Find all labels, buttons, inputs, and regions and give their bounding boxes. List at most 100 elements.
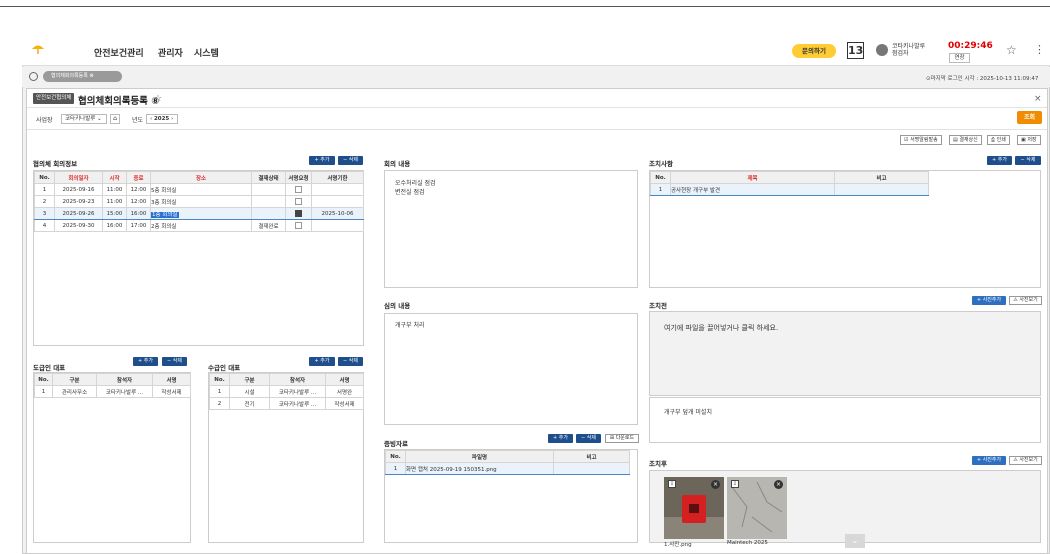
before-description[interactable]: 개구부 덮개 미설치 — [649, 397, 1041, 443]
approval-button[interactable]: ▤ 결재상신 — [949, 135, 982, 145]
evidence-delete-button[interactable]: − 삭제 — [576, 434, 601, 443]
cell: 12:00 — [126, 183, 151, 196]
year-stepper[interactable]: ‹ 2025 › — [146, 114, 178, 124]
col-place: 장소 — [150, 171, 252, 184]
cell: 11:00 — [102, 195, 127, 208]
sign-request-checkbox[interactable] — [295, 210, 302, 217]
avatar[interactable] — [876, 44, 888, 56]
measures-section-title: 조치사항 — [649, 160, 673, 168]
cell: 관리사무소 — [52, 385, 97, 398]
tab-meeting-minutes[interactable]: 협의체회의록등록 ⊗ — [43, 71, 122, 82]
site-select[interactable]: 코타키나발루 ⌄ — [61, 114, 107, 124]
after-add-photo-button[interactable]: + 사진추가 — [972, 456, 1006, 465]
evidence-table: No. 파일명 비고 1 화면 캡처 2025-09-19 150351.png — [385, 450, 630, 475]
col-sign-request: 서명요청 — [285, 171, 312, 184]
cell — [251, 195, 286, 208]
table-row[interactable]: 3 2025-09-26 15:00 16:00 1층 회의실 2025-10-06 — [34, 207, 364, 220]
cell: 3 — [34, 207, 55, 220]
cell: 2 — [209, 397, 230, 410]
col-no: No. — [34, 373, 53, 386]
remove-photo-icon[interactable]: × — [774, 480, 783, 489]
table-row[interactable]: 1 2025-09-16 11:00 12:00 5층 회의실 — [34, 183, 364, 196]
review-textarea[interactable]: 개구부 처리 — [384, 313, 638, 425]
cell: 15:00 — [102, 207, 127, 220]
table-row[interactable]: 1 공사현장 개구부 발견 — [650, 183, 929, 196]
evidence-download-button[interactable]: ⊞ 다운로드 — [605, 434, 639, 443]
favorite-star-icon[interactable]: ☆ — [154, 94, 162, 104]
sign-notify-button[interactable]: ☑ 서명알림발송 — [900, 135, 942, 145]
subcontractor-table: No. 구분 참석자 서명 1 시설 코타키나발루 ... 서명완 2 전기 코타키나발루 ..… — [209, 373, 364, 410]
evidence-add-button[interactable]: + 추가 — [548, 434, 573, 443]
home-icon[interactable]: ⌂ — [110, 114, 120, 124]
table-row[interactable]: 2 2025-09-23 11:00 12:00 3층 회의실 — [34, 195, 364, 208]
sign-request-checkbox[interactable] — [295, 186, 302, 193]
cell: 시설 — [229, 385, 270, 398]
favorite-star-icon[interactable]: ☆ — [1006, 43, 1017, 57]
minutes-line: 변전실 점검 — [395, 189, 425, 196]
cell — [251, 183, 286, 196]
year-value: 2025 — [153, 116, 170, 122]
after-section-title: 조치후 — [649, 460, 667, 468]
before-view-photo-button[interactable]: ⚠ 사진보기 — [1009, 296, 1042, 305]
download-icon[interactable]: ⇩ — [731, 480, 739, 488]
col-note: 비고 — [553, 450, 630, 463]
user-info[interactable]: 코타키나발루 점검자 — [892, 43, 925, 57]
cell — [311, 183, 364, 196]
minutes-textarea[interactable]: 오수처리실 점검 변전실 점검 — [384, 170, 638, 288]
remove-photo-icon[interactable]: × — [711, 480, 720, 489]
cell: 16:00 — [126, 207, 151, 220]
file-link[interactable]: 화면 캡처 2025-09-19 150351.png — [405, 462, 554, 475]
view-photo-label: 사진보기 — [1019, 457, 1038, 463]
measures-add-button[interactable]: + 추가 — [987, 156, 1012, 165]
cell: 3층 회의실 — [150, 195, 252, 208]
umbrella-logo-icon[interactable] — [31, 43, 45, 55]
menu-admin[interactable]: 관리자 — [158, 46, 183, 59]
tab-circle-icon[interactable] — [29, 72, 38, 81]
photo-caption: Maintech 2025 — [727, 540, 768, 546]
cell[interactable]: 1층 회의실 — [150, 207, 252, 220]
before-add-photo-button[interactable]: + 사진추가 — [972, 296, 1006, 305]
extend-session-button[interactable]: 연장 — [949, 53, 970, 63]
before-desc-text: 개구부 덮개 미설치 — [664, 409, 712, 416]
print-label: 인쇄 — [996, 137, 1006, 143]
subcontractor-delete-button[interactable]: − 삭제 — [338, 357, 363, 366]
table-row[interactable]: 1 관리사무소 코타키나발루 ... 작성서제 — [34, 385, 191, 398]
col-sign: 서명 — [152, 373, 191, 386]
place-edit-value[interactable]: 1층 회의실 — [151, 211, 179, 218]
before-dropzone[interactable]: 여기에 파일을 끌어넣거나 클릭 하세요. — [649, 311, 1041, 396]
table-row[interactable]: 1 화면 캡처 2025-09-19 150351.png — [385, 462, 630, 475]
after-view-photo-button[interactable]: ⚠ 사진보기 — [1009, 456, 1042, 465]
cell: 4 — [34, 219, 55, 232]
sign-request-checkbox[interactable] — [295, 222, 302, 229]
more-menu-icon[interactable]: ⋮ — [1034, 43, 1045, 56]
measures-delete-button[interactable]: − 삭제 — [1015, 156, 1041, 165]
close-icon[interactable]: × — [1034, 94, 1042, 104]
print-button[interactable]: ⎙ 인쇄 — [987, 135, 1010, 145]
dropzone-text: 여기에 파일을 끌어넣거나 클릭 하세요. — [664, 324, 779, 332]
subcontractor-add-button[interactable]: + 추가 — [309, 357, 335, 366]
download-icon[interactable]: ⇩ — [668, 480, 676, 488]
cell: 16:00 — [102, 219, 127, 232]
save-button[interactable]: ▣ 저장 — [1017, 135, 1041, 145]
sign-request-checkbox[interactable] — [295, 198, 302, 205]
table-row[interactable]: 2 전기 코타키나발루 ... 작성서제 — [209, 397, 364, 410]
cell: 1 — [34, 385, 53, 398]
meeting-delete-button[interactable]: − 삭제 — [338, 156, 363, 165]
table-row[interactable]: 4 2025-09-30 16:00 17:00 2층 회의실 결재완료 — [34, 219, 364, 232]
table-row[interactable]: 1 시설 코타키나발루 ... 서명완 — [209, 385, 364, 398]
calendar-icon[interactable]: 13 — [847, 42, 864, 59]
app-title[interactable]: 안전보건관리 — [94, 46, 144, 59]
col-status: 결재상태 — [251, 171, 286, 184]
chevron-down-icon[interactable]: ⌄ — [845, 534, 865, 548]
inquiry-button[interactable]: 문의하기 — [792, 44, 836, 58]
contractor-delete-button[interactable]: − 삭제 — [162, 357, 187, 366]
divider — [27, 107, 1047, 108]
search-button[interactable]: 조회 — [1017, 111, 1042, 124]
col-filename: 파일명 — [405, 450, 554, 463]
menu-system[interactable]: 시스템 — [194, 46, 219, 59]
last-login: ⊙마지막 로그인 시각 : 2025-10-13 11:09:47 — [926, 76, 1039, 82]
cell: 결재완료 — [251, 219, 286, 232]
cell: 5층 회의실 — [150, 183, 252, 196]
contractor-add-button[interactable]: + 추가 — [133, 357, 158, 366]
meeting-add-button[interactable]: + 추가 — [309, 156, 335, 165]
